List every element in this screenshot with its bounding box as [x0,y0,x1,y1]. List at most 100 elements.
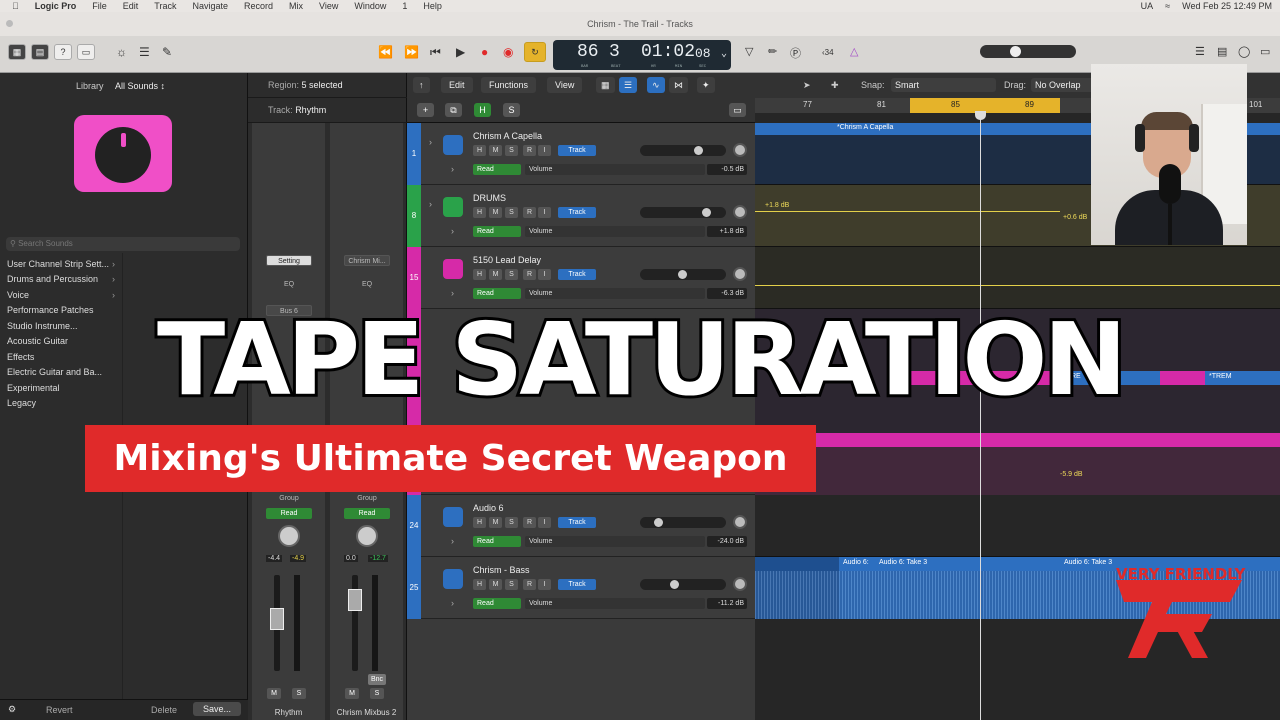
list-editors-icon[interactable]: ☰ [1195,45,1205,58]
pan-knob[interactable] [733,205,747,219]
revert-button[interactable]: Revert [46,705,73,715]
volume-slider[interactable] [640,579,726,590]
library-sound-selector[interactable]: All Sounds ↕ [115,81,165,91]
loop-browser-icon[interactable]: ◯ [1238,45,1250,58]
delete-button[interactable]: Delete [151,705,177,715]
midi-region[interactable] [755,433,1280,447]
smart-controls-icon[interactable]: ☼ [116,45,127,59]
pan-knob[interactable] [278,525,300,547]
automation-parameter[interactable]: Volume [525,598,705,609]
disclosure-icon[interactable]: › [429,137,432,147]
hide-button[interactable]: H [473,517,486,528]
rewind-icon[interactable]: ⏪ [378,45,393,59]
save-button[interactable]: Save... [193,702,242,716]
view-menu[interactable]: View [547,77,583,93]
capture-record-icon[interactable]: ◉ [503,45,513,59]
functions-menu[interactable]: Functions [481,77,537,93]
track-lane[interactable] [755,495,1280,557]
eq-button[interactable]: EQ [266,279,312,290]
record-enable-button[interactable]: R [523,207,536,218]
input-monitor-button[interactable]: I [538,517,551,528]
input-monitor-button[interactable]: I [538,579,551,590]
menu-track[interactable]: Track [154,1,176,11]
record-enable-button[interactable]: R [523,517,536,528]
wifi-icon[interactable]: ≈ [1165,1,1170,11]
solo-button[interactable]: S [370,688,384,699]
setting-button[interactable]: Setting [266,255,312,266]
volume-slider[interactable] [640,517,726,528]
cycle-icon[interactable]: ↻ [524,42,546,62]
menu-navigate[interactable]: Navigate [192,1,228,11]
transport-lcd[interactable]: 86 3 01:02 08 BAR BEAT HR MIN SEC ⌄ [553,40,731,70]
volume-slider[interactable] [640,207,726,218]
record-enable-button[interactable]: R [523,145,536,156]
track-name[interactable]: Audio 6 [473,503,504,513]
duplicate-track-icon[interactable]: ⧉ [445,103,462,117]
inspector-region-row[interactable]: Region: 5 selected [248,73,407,98]
library-toggle-button[interactable]: ▦ [8,44,26,60]
track-button[interactable]: Track [558,269,596,280]
automation-parameter[interactable]: Volume [525,536,705,547]
pan-knob[interactable] [733,267,747,281]
solo-button[interactable]: S [505,145,518,156]
track-header[interactable]: 25 Chrism - Bass H M S R I Track › Read … [407,557,755,619]
record-enable-button[interactable]: R [523,269,536,280]
track-button[interactable]: Track [558,517,596,528]
edit-menu[interactable]: Edit [441,77,473,93]
volume-thumb[interactable] [702,208,711,217]
menu-1[interactable]: 1 [402,1,407,11]
playhead-handle[interactable] [975,111,986,120]
flex-icon[interactable]: ⋈ [669,77,688,93]
library-item-voice[interactable]: Voice [7,290,119,300]
fast-forward-icon[interactable]: ⏩ [404,45,419,59]
global-tracks-icon[interactable]: ▭ [729,103,746,117]
input-language[interactable]: UA [1141,1,1154,11]
mute-button[interactable]: M [489,269,502,280]
automation-mode[interactable]: Read [473,598,521,609]
pointer-tool-icon[interactable]: ➤ [803,80,811,91]
input-monitor-button[interactable]: I [538,145,551,156]
input-monitor-button[interactable]: I [538,207,551,218]
mixer-icon[interactable]: ☰ [139,45,150,59]
automation-mode[interactable]: Read [473,536,521,547]
notepad-icon[interactable]: ▤ [1217,45,1227,58]
record-icon[interactable]: ● [481,45,488,59]
automation-read-button[interactable]: Read [266,508,312,519]
library-options-icon[interactable]: ⚙ [8,704,16,715]
menu-window[interactable]: Window [354,1,386,11]
automation-parameter[interactable]: Volume [525,164,705,175]
hide-button[interactable]: H [473,145,486,156]
pan-knob[interactable] [356,525,378,547]
pan-knob[interactable] [733,515,747,529]
disclosure-icon[interactable]: › [429,199,432,209]
track-button[interactable]: Track [558,579,596,590]
master-volume-slider[interactable] [980,45,1076,58]
editors-icon[interactable]: ✎ [162,45,172,59]
inspector-toggle-button[interactable]: ▤ [31,44,49,60]
solo-button[interactable]: S [505,269,518,280]
automation-read-button[interactable]: Read [344,508,390,519]
fader-cap[interactable] [348,589,362,611]
help-icon[interactable]: ? [54,44,72,60]
automation-mode[interactable]: Read [473,164,521,175]
automation-parameter[interactable]: Volume [525,226,705,237]
count-in-display[interactable]: ‹34 [822,48,834,57]
mute-button[interactable]: M [345,688,359,699]
volume-slider[interactable] [640,269,726,280]
hide-tracks-button[interactable]: H [474,103,491,117]
automation-line[interactable] [755,285,1280,286]
mute-button[interactable]: M [489,207,502,218]
track-name[interactable]: Chrism - Bass [473,565,530,575]
tuner-icon[interactable]: ▽ [745,45,753,58]
automation-parameter[interactable]: Volume [525,288,705,299]
volume-thumb[interactable] [694,146,703,155]
eq-button[interactable]: EQ [344,279,390,290]
automation-mode[interactable]: Read [473,226,521,237]
input-monitor-button[interactable]: I [538,269,551,280]
automation-icon[interactable]: ∿ [647,77,665,93]
track-name[interactable]: DRUMS [473,193,506,203]
fader-cap[interactable] [270,608,284,630]
metronome-icon[interactable]: △ [850,45,858,58]
mute-button[interactable]: M [267,688,281,699]
menu-view[interactable]: View [319,1,338,11]
